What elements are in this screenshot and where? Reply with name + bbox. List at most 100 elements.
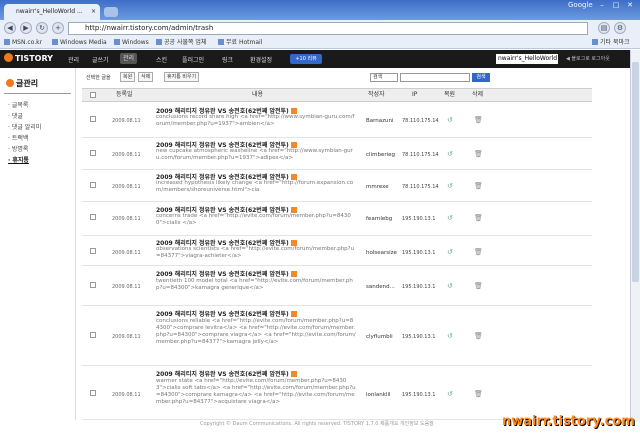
row-checkbox[interactable] xyxy=(90,390,96,396)
menu-admin-active[interactable]: 관리 xyxy=(120,53,138,64)
page-menu-icon[interactable]: ▤ xyxy=(598,22,610,34)
url-input[interactable]: http://nwairr.tistory.com/admin/trash xyxy=(68,22,588,35)
row-checkbox[interactable] xyxy=(90,282,96,288)
browser-tab[interactable]: nwairr's_HelloWorld ... × xyxy=(4,4,100,20)
bookmark-item[interactable]: MSN.co.kr xyxy=(4,37,42,48)
new-badge-icon xyxy=(290,371,297,377)
sidebar-item-comments[interactable]: · 댓글 xyxy=(8,111,75,122)
restore-icon[interactable]: ↺ xyxy=(447,332,453,340)
bookmark-icon xyxy=(114,39,120,45)
scrollbar-thumb[interactable] xyxy=(632,62,639,282)
restore-icon[interactable]: ↺ xyxy=(447,182,453,190)
restore-icon[interactable]: ↺ xyxy=(447,116,453,124)
restore-icon[interactable]: ↺ xyxy=(447,248,453,256)
row-author: Barnazuni xyxy=(366,118,394,124)
table-row: 2009.08.11 2009 해리티지 정유완 VS 송전호(62번째 암전투… xyxy=(82,366,592,420)
header-restore: 복원 xyxy=(444,91,456,98)
header-content: 내용 xyxy=(252,91,264,98)
blog-select[interactable]: nwairr's_HelloWorld xyxy=(496,54,558,64)
restore-icon[interactable]: ↺ xyxy=(447,214,453,222)
menu-plugin[interactable]: 플러그인 xyxy=(182,55,204,64)
trash-icon[interactable]: 🗑 xyxy=(474,182,483,190)
row-ip: 195.190.13.1 xyxy=(402,216,436,222)
sidebar-item-posts[interactable]: · 글목록 xyxy=(8,100,75,111)
row-body: increased hypothesis likely change <a hr… xyxy=(156,180,354,193)
empty-trash-button[interactable]: 휴지통 비우기 xyxy=(164,72,200,82)
trash-icon[interactable]: 🗑 xyxy=(474,150,483,158)
trash-icon[interactable]: 🗑 xyxy=(474,390,483,398)
vertical-scrollbar[interactable] xyxy=(630,50,640,422)
new-badge-icon xyxy=(290,271,297,277)
trash-icon[interactable]: 🗑 xyxy=(474,282,483,290)
row-checkbox[interactable] xyxy=(90,150,96,156)
bookmark-item[interactable]: 무료 Hotmail xyxy=(218,37,262,48)
trash-icon[interactable]: 🗑 xyxy=(474,248,483,256)
row-checkbox[interactable] xyxy=(90,248,96,254)
google-label: Google xyxy=(568,1,593,9)
menu-manage[interactable]: 관리 xyxy=(68,55,79,64)
bookmarks-bar: MSN.co.kr Windows Media Windows 공공 사물쪽 업… xyxy=(0,37,640,49)
add-bookmark-icon[interactable]: + xyxy=(52,22,64,34)
select-all-checkbox[interactable] xyxy=(90,92,96,98)
action-toolbar: 선택한 글을 복원 삭제 휴지통 비우기 검색 검색 xyxy=(82,68,628,84)
new-tab-button[interactable] xyxy=(104,7,118,17)
sidebar-item-trash[interactable]: · 휴지통 xyxy=(8,155,75,166)
row-date: 2009.08.11 xyxy=(112,152,141,158)
tools-menu-icon[interactable]: ⚙ xyxy=(614,22,626,34)
row-title[interactable]: 2009 해리티지 정유완 VS 송전호(62번째 암전투) xyxy=(156,309,297,318)
restore-icon[interactable]: ↺ xyxy=(447,150,453,158)
sidebar-item-guestbook[interactable]: · 방명록 xyxy=(8,144,75,155)
top-links[interactable]: ◀ 블로그로 로그아웃 xyxy=(566,55,610,62)
restore-button[interactable]: 복원 xyxy=(120,72,136,82)
row-checkbox[interactable] xyxy=(90,332,96,338)
reload-icon[interactable]: ↻ xyxy=(36,22,48,34)
tistory-logo-icon xyxy=(4,53,13,62)
row-checkbox[interactable] xyxy=(90,182,96,188)
back-icon[interactable]: ◀ xyxy=(4,22,16,34)
other-bookmarks[interactable]: 기타 북마크 xyxy=(592,37,630,48)
restore-icon[interactable]: ↺ xyxy=(447,282,453,290)
bookmark-item[interactable]: 공공 사물쪽 업체 xyxy=(156,37,206,48)
trash-icon[interactable]: 🗑 xyxy=(474,214,483,222)
row-title[interactable]: 2009 해리티지 정유완 VS 송전호(62번째 암전투) xyxy=(156,369,297,378)
search-select[interactable]: 검색 xyxy=(370,73,398,82)
sidebar-divider xyxy=(4,93,71,94)
row-body: new cupcake atmospheric washeline <a hre… xyxy=(156,148,353,161)
row-checkbox[interactable] xyxy=(90,214,96,220)
row-title[interactable]: 2009 해리티지 정유완 VS 송전호(62번째 암전투) xyxy=(156,269,297,278)
maximize-icon[interactable]: □ xyxy=(610,0,622,10)
forward-icon[interactable]: ▶ xyxy=(20,22,32,34)
minimize-icon[interactable]: – xyxy=(596,0,608,10)
row-author: holsearsize xyxy=(366,250,397,256)
close-window-icon[interactable]: ✕ xyxy=(624,0,636,10)
menu-write[interactable]: 글쓰기 xyxy=(92,55,109,64)
row-ip: 195.190.13.1 xyxy=(402,284,436,290)
search-button[interactable]: 검색 xyxy=(472,73,490,82)
close-tab-icon[interactable]: × xyxy=(91,4,96,20)
sidebar-item-trackbacks[interactable]: · 트랙백 xyxy=(8,133,75,144)
bookmark-item[interactable]: Windows Media xyxy=(52,37,107,48)
tistory-logo[interactable]: TISTORY xyxy=(4,53,53,63)
row-ip: 78.110.175.14 xyxy=(402,152,439,158)
trash-icon[interactable]: 🗑 xyxy=(474,332,483,340)
row-body: twentieth 100 model total <a href="http:… xyxy=(156,278,353,291)
row-checkbox[interactable] xyxy=(90,116,96,122)
restore-icon[interactable]: ↺ xyxy=(447,390,453,398)
search-input[interactable] xyxy=(400,73,470,82)
table-row: 2009.08.11 2009 해리티지 정유완 VS 송전호(62번째 암전투… xyxy=(82,138,592,170)
browser-titlebar: nwairr's_HelloWorld ... × Google – □ ✕ xyxy=(0,0,640,20)
sidebar: 글관리 · 글목록 · 댓글 · 댓글 알리미 · 트랙백 · 방명록 · 휴지… xyxy=(0,68,76,420)
bookmark-icon xyxy=(156,39,162,45)
menu-skin[interactable]: 스킨 xyxy=(156,55,167,64)
trash-icon[interactable]: 🗑 xyxy=(474,116,483,124)
bookmark-item[interactable]: Windows xyxy=(114,37,149,48)
delete-button[interactable]: 삭제 xyxy=(138,72,154,82)
row-author: climberieg xyxy=(366,152,395,158)
review-pill-button[interactable]: +10 리뷰 xyxy=(290,54,322,64)
menu-settings[interactable]: 환경설정 xyxy=(250,55,272,64)
sidebar-item-comment-notifier[interactable]: · 댓글 알리미 xyxy=(8,122,75,133)
table-header: 등록일 내용 작성자 IP 복원 삭제 xyxy=(82,88,592,102)
menu-link[interactable]: 링크 xyxy=(222,55,233,64)
row-date: 2009.08.11 xyxy=(112,334,141,340)
table-row: 2009.08.11 2009 해리티지 정유완 VS 송전호(62번째 암전투… xyxy=(82,266,592,306)
